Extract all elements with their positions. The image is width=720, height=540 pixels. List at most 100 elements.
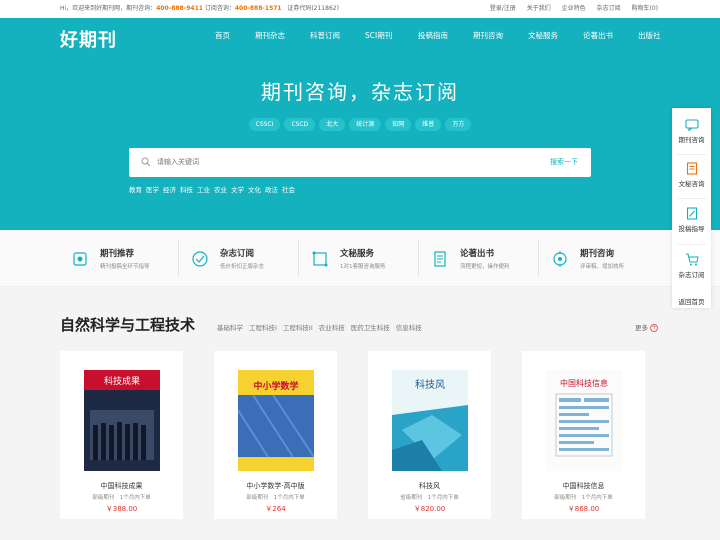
cat-education[interactable]: 教育: [129, 186, 142, 194]
cat-medicine[interactable]: 医学: [146, 186, 159, 194]
service-subscribe[interactable]: 杂志订阅 低价折扣正版杂志: [182, 230, 302, 287]
cat-tech[interactable]: 科技: [180, 186, 193, 194]
product-price: ￥820.00: [413, 505, 446, 513]
product-card[interactable]: 科技风 科技风 省级期刊 1个月内下单 ￥820.00: [368, 351, 491, 519]
service-title: 期刊推荐: [100, 249, 135, 259]
tab-agriculture[interactable]: 农业科技: [319, 324, 345, 332]
nav-home[interactable]: 首页: [215, 30, 230, 41]
subscribe-phone: 400-888-1571: [234, 5, 282, 12]
side-secretary[interactable]: 文秘咨询: [672, 162, 711, 188]
cover-title: 科技风: [415, 378, 445, 391]
subscribe-icon: [192, 251, 208, 267]
search-button[interactable]: 搜索一下: [550, 148, 578, 177]
tag-cscd[interactable]: CSCD: [284, 118, 316, 131]
service-desc: 1对1客服咨询服务: [340, 264, 386, 270]
journal-cover: 科技成果: [84, 370, 160, 471]
hero-title: 期刊咨询，杂志订阅: [261, 80, 459, 104]
tag-stat[interactable]: 统计源: [349, 118, 382, 131]
secretary-icon: [312, 251, 328, 267]
tab-engineering-2[interactable]: 工程科技II: [283, 324, 313, 332]
product-price: ￥868.00: [567, 505, 600, 513]
nav-guide[interactable]: 投稿指南: [418, 30, 448, 41]
consult-icon: [553, 251, 567, 267]
product-price: ￥388.00: [105, 505, 138, 513]
tab-medicine[interactable]: 医药卫生科技: [351, 324, 390, 332]
side-guide[interactable]: 投稿指导: [672, 207, 711, 233]
service-consult[interactable]: 期刊咨询 评审稿、增加效所: [542, 230, 662, 287]
divider: [677, 244, 706, 245]
plus-icon: +: [650, 324, 659, 332]
side-label: 文秘咨询: [678, 180, 705, 188]
cat-society[interactable]: 社会: [282, 186, 295, 194]
journal-cover: 中小学数学: [238, 370, 314, 471]
subscribe-link[interactable]: 杂志订阅: [597, 5, 621, 12]
site-logo[interactable]: 好期刊: [60, 26, 117, 52]
edit-icon: [686, 207, 697, 220]
recommend-icon: [73, 252, 87, 266]
back-to-top[interactable]: 返回首页: [672, 296, 711, 306]
side-subscribe[interactable]: 杂志订阅: [672, 253, 711, 279]
service-title: 文秘服务: [340, 249, 375, 259]
product-card[interactable]: 科技成果 中国科技成果 部级期刊 1个月内下单 ￥388.00: [60, 351, 183, 519]
side-label: 杂志订阅: [678, 271, 705, 279]
product-card[interactable]: 中国科技信息 中国科技信息 部级期刊 1个月内下单 ￥868.00: [522, 351, 645, 519]
nav-secretary[interactable]: 文秘服务: [528, 30, 558, 41]
journal-cover: 中国科技信息: [546, 370, 622, 471]
divider: [298, 240, 299, 277]
index-tags: CSSCI CSCD 北大 统计源 知网 维普 万方: [0, 111, 720, 131]
nav-sci[interactable]: SCI期刊: [365, 30, 392, 41]
cover-title: 中小学数学: [253, 380, 298, 392]
cat-literature[interactable]: 文学: [231, 186, 244, 194]
tab-basic-science[interactable]: 基础科学: [217, 324, 243, 332]
cat-industry[interactable]: 工业: [197, 186, 210, 194]
cat-culture[interactable]: 文化: [248, 186, 261, 194]
welcome-text: Hi，欢迎来到好期刊网，期刊咨询：400-888-9411 订阅咨询：400-8…: [60, 0, 339, 18]
nav-journals[interactable]: 期刊杂志: [255, 30, 285, 41]
cat-agriculture[interactable]: 农业: [214, 186, 227, 194]
tag-cnki[interactable]: 知网: [385, 118, 412, 131]
nav-books[interactable]: 论著出书: [583, 30, 613, 41]
tab-info-tech[interactable]: 信息科技: [396, 324, 422, 332]
welcome-label: Hi，欢迎来到好期刊网，期刊咨询：: [60, 5, 157, 12]
hero-banner: 好期刊 首页 期刊杂志 科普订阅 SCI期刊 投稿指南 期刊咨询 文秘服务 论著…: [0, 18, 720, 230]
service-secretary[interactable]: 文秘服务 1对1客服咨询服务: [302, 230, 422, 287]
nav-popsci[interactable]: 科普订阅: [310, 30, 340, 41]
search-input[interactable]: 请输入关键词: [157, 148, 199, 177]
product-price: ￥264: [265, 505, 286, 513]
service-title: 期刊咨询: [580, 249, 615, 259]
cat-economy[interactable]: 经济: [163, 186, 176, 194]
document-icon: [686, 162, 697, 175]
section-title: 自然科学与工程技术: [60, 316, 196, 334]
tag-wanfang[interactable]: 万方: [445, 118, 472, 131]
tag-vip[interactable]: 维普: [415, 118, 442, 131]
tag-cssci[interactable]: CSSCI: [248, 118, 281, 131]
nav-publisher[interactable]: 出版社: [638, 30, 661, 41]
chat-icon: [684, 119, 699, 131]
book-icon: [434, 251, 446, 267]
nav-consult[interactable]: 期刊咨询: [473, 30, 503, 41]
cat-law[interactable]: 政法: [265, 186, 278, 194]
product-card[interactable]: 中小学数学 中小学数学·高中版 部级期刊 1个月内下单 ￥264: [214, 351, 337, 519]
about-link[interactable]: 关于我们: [527, 5, 551, 12]
features-link[interactable]: 企业特色: [562, 5, 586, 12]
product-name: 中国科技信息: [562, 482, 605, 490]
tag-pku[interactable]: 北大: [319, 118, 346, 131]
cart-link[interactable]: 购物车(0): [632, 5, 659, 12]
login-link[interactable]: 登录/注册: [490, 5, 516, 12]
consult-phone: 400-888-9411: [156, 5, 203, 12]
service-desc: 精刊投稿全环节指导: [100, 264, 150, 270]
divider: [677, 198, 706, 199]
category-links: 教育 医学 经济 科技 工业 农业 文学 文化 政法 社会: [129, 184, 299, 194]
service-title: 论著出书: [460, 249, 495, 259]
more-link[interactable]: 更多 +: [635, 322, 659, 332]
cart-icon: [685, 253, 699, 266]
subscribe-label: 订阅咨询：: [204, 5, 235, 12]
service-books[interactable]: 论著出书 流程更短，操作便利: [422, 230, 542, 287]
tab-engineering-1[interactable]: 工程科技I: [249, 324, 277, 332]
side-consult[interactable]: 期刊咨询: [672, 119, 711, 144]
more-label: 更多: [635, 324, 648, 332]
side-label: 返回首页: [678, 298, 705, 306]
license-text: 证券代码(211862): [287, 5, 339, 12]
service-recommend[interactable]: 期刊推荐 精刊投稿全环节指导: [62, 230, 182, 287]
cover-title: 中国科技信息: [560, 378, 608, 388]
